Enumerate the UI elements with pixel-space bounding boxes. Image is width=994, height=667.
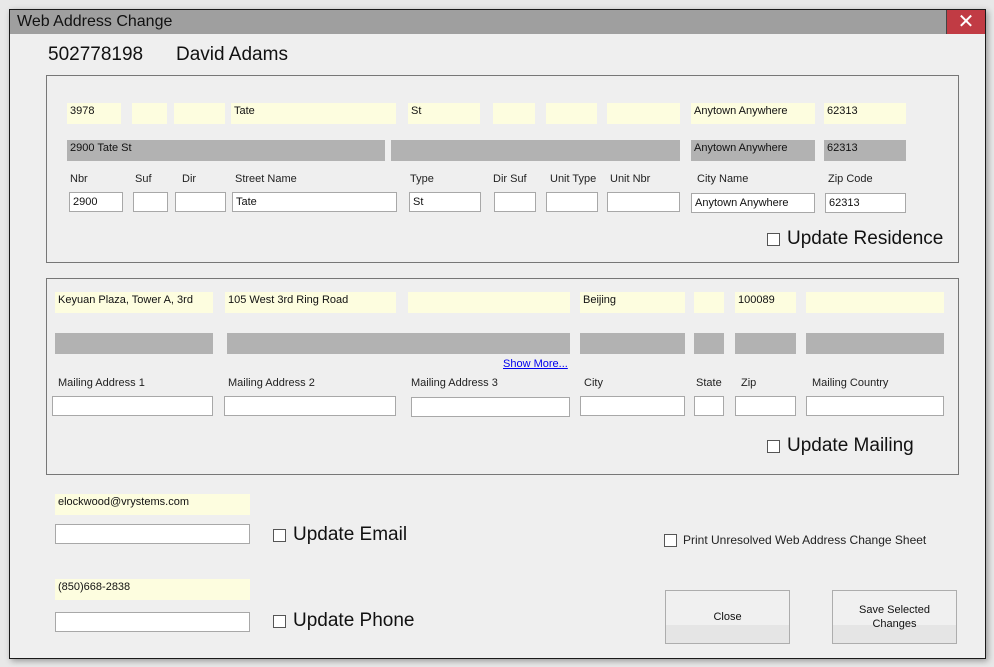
checkbox-icon[interactable] <box>767 439 780 453</box>
web-residence-type: St <box>408 103 480 124</box>
web-residence-city-name: Anytown Anywhere <box>691 103 815 124</box>
street-name-input[interactable] <box>232 192 397 212</box>
nbr-label: Nbr <box>70 173 88 185</box>
web-email: elockwood@vrystems.com <box>55 494 250 515</box>
mailing-address3-input[interactable] <box>411 397 570 417</box>
web-phone: (850)668-2838 <box>55 579 250 600</box>
zip-code-input[interactable] <box>825 193 906 213</box>
type-label: Type <box>410 173 434 185</box>
web-mailing-zip: 100089 <box>735 292 796 313</box>
type-input[interactable] <box>409 192 481 212</box>
close-window-button[interactable]: ✕ <box>946 10 985 34</box>
mailing-address2-label: Mailing Address 2 <box>228 377 315 389</box>
current-mailing-country <box>806 333 944 354</box>
checkbox-icon[interactable] <box>767 232 780 246</box>
web-mailing-address3 <box>408 292 570 313</box>
print-unresolved-checkbox[interactable]: Print Unresolved Web Address Change Shee… <box>664 533 926 547</box>
update-email-checkbox[interactable]: Update Email <box>273 524 407 546</box>
web-mailing-state <box>694 292 724 313</box>
update-phone-checkbox[interactable]: Update Phone <box>273 610 415 632</box>
zip-code-label: Zip Code <box>828 173 873 185</box>
mailing-country-label: Mailing Country <box>812 377 889 389</box>
phone-input[interactable] <box>55 612 250 632</box>
update-mailing-checkbox[interactable]: Update Mailing <box>767 435 914 457</box>
customer-name: David Adams <box>176 44 288 65</box>
mailing-address1-input[interactable] <box>52 396 213 416</box>
dir-label: Dir <box>182 173 197 185</box>
email-input[interactable] <box>55 524 250 544</box>
update-email-label: Update Email <box>293 524 408 545</box>
mailing-address1-label: Mailing Address 1 <box>58 377 145 389</box>
title-bar[interactable]: Web Address Change ✕ <box>10 10 985 34</box>
window-title: Web Address Change <box>17 13 173 30</box>
web-mailing-country <box>806 292 944 313</box>
save-button-label-line1: Save Selected <box>859 604 930 616</box>
close-button[interactable]: Close <box>665 590 790 644</box>
update-mailing-label: Update Mailing <box>787 435 914 456</box>
save-selected-changes-button[interactable]: Save Selected Changes <box>832 590 957 644</box>
nbr-input[interactable] <box>69 192 123 212</box>
checkbox-icon[interactable] <box>664 533 677 547</box>
mailing-address3-label: Mailing Address 3 <box>411 377 498 389</box>
show-more-link[interactable]: Show More... <box>503 358 568 370</box>
mailing-country-input[interactable] <box>806 396 944 416</box>
web-mailing-address1: Keyuan Plaza, Tower A, 3rd <box>55 292 213 313</box>
city-name-input[interactable] <box>691 193 815 213</box>
current-mailing-city <box>580 333 685 354</box>
current-mailing-address2 <box>227 333 570 354</box>
save-button-label-line2: Changes <box>872 618 917 630</box>
web-residence-zip-code: 62313 <box>824 103 906 124</box>
unit-nbr-input[interactable] <box>607 192 680 212</box>
checkbox-icon[interactable] <box>273 528 286 542</box>
mailing-state-input[interactable] <box>694 396 724 416</box>
web-mailing-city: Beijing <box>580 292 685 313</box>
close-icon: ✕ <box>957 11 975 33</box>
web-residence-street-name: Tate <box>231 103 396 124</box>
close-button-label: Close <box>713 611 742 623</box>
account-number: 502778198 <box>48 44 144 65</box>
current-mailing-state <box>694 333 724 354</box>
dir-suf-label: Dir Suf <box>493 173 527 185</box>
street-name-label: Street Name <box>235 173 297 185</box>
suf-input[interactable] <box>133 192 168 212</box>
mailing-city-input[interactable] <box>580 396 685 416</box>
unit-type-label: Unit Type <box>550 173 597 185</box>
web-residence-unit-type <box>546 103 597 124</box>
mailing-state-label: State <box>696 377 722 389</box>
current-residence-zip-code: 62313 <box>824 140 906 161</box>
mailing-zip-input[interactable] <box>735 396 796 416</box>
update-residence-checkbox[interactable]: Update Residence <box>767 228 943 250</box>
print-unresolved-label: Print Unresolved Web Address Change Shee… <box>683 533 927 547</box>
dir-input[interactable] <box>175 192 226 212</box>
dir-suf-input[interactable] <box>494 192 536 212</box>
web-residence-dir-suf <box>493 103 535 124</box>
mailing-zip-label: Zip <box>741 377 757 389</box>
mailing-city-label: City <box>584 377 603 389</box>
current-residence-address-2 <box>391 140 680 161</box>
current-mailing-address1 <box>55 333 213 354</box>
mailing-address2-input[interactable] <box>224 396 396 416</box>
web-residence-nbr: 3978 <box>67 103 121 124</box>
current-mailing-zip <box>735 333 796 354</box>
web-residence-unit-nbr <box>607 103 680 124</box>
unit-type-input[interactable] <box>546 192 598 212</box>
web-residence-dir <box>174 103 225 124</box>
web-mailing-address2: 105 West 3rd Ring Road <box>225 292 396 313</box>
update-residence-label: Update Residence <box>787 228 944 249</box>
current-residence-address: 2900 Tate St <box>67 140 385 161</box>
suf-label: Suf <box>135 173 152 185</box>
checkbox-icon[interactable] <box>273 614 286 628</box>
unit-nbr-label: Unit Nbr <box>610 173 651 185</box>
web-residence-suf <box>132 103 167 124</box>
update-phone-label: Update Phone <box>293 610 415 631</box>
current-residence-city-name: Anytown Anywhere <box>691 140 815 161</box>
city-name-label: City Name <box>697 173 749 185</box>
